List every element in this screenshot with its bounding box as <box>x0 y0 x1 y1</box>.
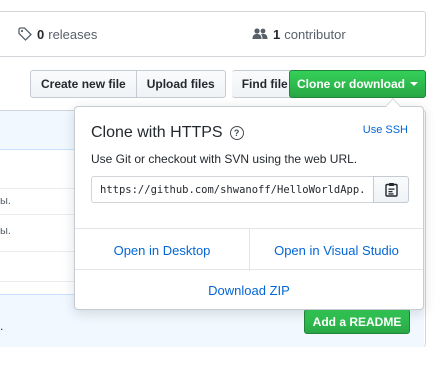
caret-down-icon <box>410 82 418 86</box>
open-actions-row: Open in Desktop Open in Visual Studio <box>75 228 423 271</box>
clone-url-input[interactable] <box>91 176 373 203</box>
clone-popup: Clone with HTTPS ? Use SSH Use Git or ch… <box>74 98 424 310</box>
readme-prompt-text: . <box>0 319 4 333</box>
contributors-count: 1 <box>273 26 281 42</box>
clone-or-download-label: Clone or download <box>297 77 405 91</box>
releases-link[interactable]: 0 releases <box>18 12 97 56</box>
add-readme-button[interactable]: Add a README <box>304 309 410 334</box>
upload-files-button[interactable]: Upload files <box>136 70 226 98</box>
clone-popup-header: Clone with HTTPS ? <box>91 124 244 142</box>
tag-icon <box>18 27 32 41</box>
contributors-link[interactable]: 1 contributor <box>252 12 346 56</box>
create-new-file-button[interactable]: Create new file <box>30 70 137 98</box>
question-icon[interactable]: ? <box>229 126 244 140</box>
file-actions-group: Create new file Upload files Find file <box>30 70 299 98</box>
download-zip-link[interactable]: Download ZIP <box>75 270 423 310</box>
open-in-desktop-link[interactable]: Open in Desktop <box>75 229 250 271</box>
contributors-label: contributor <box>284 26 346 42</box>
clone-or-download-button[interactable]: Clone or download <box>289 70 426 98</box>
people-icon <box>252 28 268 39</box>
repo-stats-bar: 0 releases 1 contributor <box>0 11 426 57</box>
use-ssh-link[interactable]: Use SSH <box>363 124 408 136</box>
clipboard-icon <box>384 183 398 197</box>
open-in-visual-studio-link[interactable]: Open in Visual Studio <box>250 229 423 271</box>
clone-description: Use Git or checkout with SVN using the w… <box>91 152 358 166</box>
list-item-text: ы. <box>0 195 11 207</box>
copy-to-clipboard-button[interactable] <box>373 176 409 203</box>
clone-url-group <box>91 176 409 203</box>
download-row: Download ZIP <box>75 269 423 310</box>
list-item-text: ы. <box>0 225 11 237</box>
releases-label: releases <box>48 26 98 42</box>
releases-count: 0 <box>37 26 45 42</box>
clone-popup-title: Clone with HTTPS <box>91 124 223 141</box>
